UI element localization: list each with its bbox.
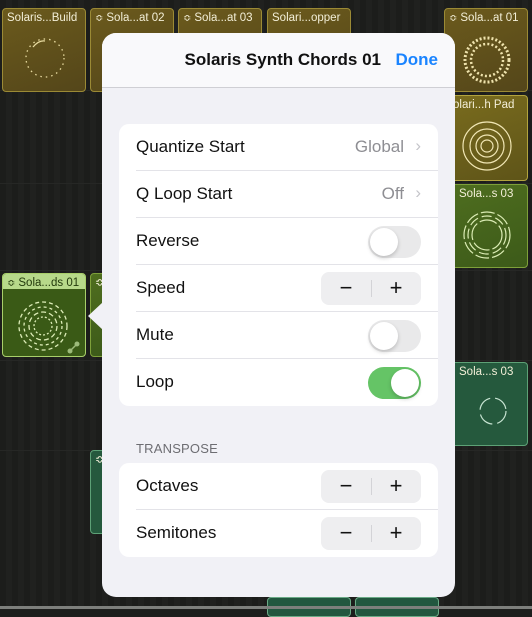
clip-cell[interactable]: ≎ Sola...at 01: [444, 8, 528, 92]
clip-settings-popover: Solaris Synth Chords 01 Done Quantize St…: [102, 33, 455, 597]
semitones-decrease-button[interactable]: −: [321, 517, 371, 550]
row-value: Global: [354, 137, 404, 156]
clip-cell[interactable]: olari...h Pad: [444, 95, 528, 181]
transpose-section-header: TRANSPOSE: [136, 441, 218, 456]
clip-label: ≎ Sola...at 03: [183, 12, 253, 24]
row-label: Reverse: [136, 231, 200, 250]
chevron-right-icon: ›: [415, 183, 421, 202]
toggle-knob: [370, 322, 398, 350]
q-loop-start-row[interactable]: Q Loop Start Off ›: [119, 171, 438, 218]
row-label: Mute: [136, 325, 174, 344]
loop-toggle[interactable]: [368, 367, 421, 399]
semitones-increase-button[interactable]: +: [371, 517, 421, 550]
octaves-stepper: − +: [321, 470, 421, 503]
popover-header: Solaris Synth Chords 01 Done: [102, 33, 455, 88]
loop-row: Loop: [119, 359, 438, 406]
chevron-right-icon: ›: [415, 136, 421, 155]
mute-row: Mute: [119, 312, 438, 359]
octaves-increase-button[interactable]: +: [371, 470, 421, 503]
playback-settings-group: Quantize Start Global › Q Loop Start Off…: [119, 124, 438, 406]
popover-title: Solaris Synth Chords 01: [184, 50, 382, 69]
clip-waveform-icon: [25, 38, 65, 78]
clip-label: ≎ Sola...at 02: [95, 12, 165, 24]
octaves-row: Octaves − +: [119, 463, 438, 510]
mute-toggle[interactable]: [368, 320, 421, 352]
row-label: Quantize Start: [136, 137, 245, 156]
reverse-toggle[interactable]: [368, 226, 421, 258]
toggle-knob: [370, 228, 398, 256]
clip-waveform-icon: [18, 301, 80, 354]
done-button[interactable]: Done: [396, 50, 439, 70]
semitones-stepper: − +: [321, 517, 421, 550]
clip-waveform-icon: [479, 397, 507, 425]
clip-chevron-icon: ≎: [183, 13, 192, 24]
clip-cell[interactable]: Sola...s 03: [444, 184, 528, 268]
row-label: Speed: [136, 278, 186, 297]
speed-decrease-button[interactable]: −: [321, 272, 371, 305]
row-label: Semitones: [136, 523, 217, 542]
speed-row: Speed − +: [119, 265, 438, 312]
clip-waveform-icon: [462, 121, 512, 171]
clip-cell[interactable]: Solaris...Build: [2, 8, 86, 92]
clip-cell[interactable]: Sola...s 03: [444, 362, 528, 446]
popover-arrow: [88, 302, 103, 330]
toggle-knob: [391, 369, 419, 397]
speed-stepper: − +: [321, 272, 421, 305]
row-value: Off: [381, 184, 404, 203]
speed-increase-button[interactable]: +: [371, 272, 421, 305]
clip-label: Solari...opper: [272, 12, 341, 24]
octaves-decrease-button[interactable]: −: [321, 470, 371, 503]
clip-cell-selected[interactable]: ≎ Sola...ds 01: [2, 273, 86, 357]
clip-waveform-icon: [463, 211, 511, 259]
quantize-start-row[interactable]: Quantize Start Global ›: [119, 124, 438, 171]
semitones-row: Semitones − +: [119, 510, 438, 557]
transpose-group: Octaves − + Semitones − +: [119, 463, 438, 557]
row-label: Q Loop Start: [136, 184, 233, 203]
row-label: Octaves: [136, 476, 199, 495]
clip-chevron-icon: ≎: [95, 13, 104, 24]
row-label: Loop: [136, 372, 174, 391]
clip-waveform-icon: [463, 36, 511, 84]
reverse-row: Reverse: [119, 218, 438, 265]
